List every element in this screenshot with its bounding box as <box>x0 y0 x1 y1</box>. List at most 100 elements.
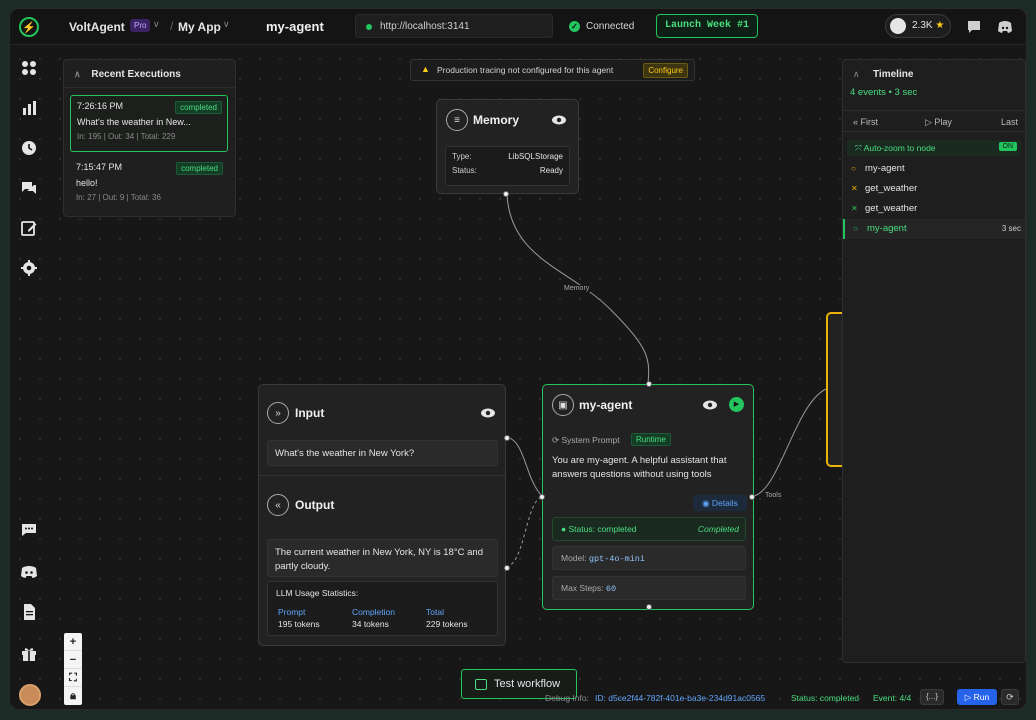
debug-event: Event: 4/4 <box>873 693 912 703</box>
connection-dot-icon <box>366 24 372 30</box>
gear-icon[interactable] <box>20 259 38 277</box>
zoom-out-icon[interactable]: − <box>64 651 82 669</box>
event-name: my-agent <box>867 223 907 234</box>
dashboard-icon[interactable] <box>20 59 38 77</box>
execution-card[interactable]: 7:15:47 PM completed hello! In: 27 | Out… <box>70 157 228 214</box>
llm-usage-stats: LLM Usage Statistics: Prompt 195 tokens … <box>267 581 498 636</box>
page-title: my-agent <box>266 19 324 34</box>
eye-icon[interactable] <box>551 112 567 128</box>
agent-top-port[interactable] <box>646 381 652 387</box>
database-icon: ≡ <box>446 109 468 131</box>
memory-title: Memory <box>473 113 520 127</box>
play-icon[interactable]: ▶ <box>729 397 744 412</box>
timeline-event[interactable]: ✕ get_weather <box>843 179 1025 199</box>
memory-port[interactable] <box>503 191 509 197</box>
recent-executions-header[interactable]: ∧ Recent Executions <box>64 60 235 88</box>
server-url-field[interactable]: http://localhost:3141 <box>355 14 553 38</box>
warning-icon: ▲ <box>421 64 430 74</box>
input-port[interactable] <box>504 435 510 441</box>
discord-icon[interactable] <box>20 563 38 581</box>
details-button[interactable]: ◉ Details <box>693 495 747 511</box>
model-label: Model: <box>561 553 587 563</box>
memory-node[interactable]: ≡ Memory Type: LibSQLStorage Status: Ready <box>436 99 579 197</box>
fit-view-icon[interactable]: ⛶ <box>64 669 82 687</box>
debug-status: Status: completed <box>791 693 860 703</box>
agent-bottom-port[interactable] <box>646 604 652 610</box>
lock-icon[interactable]: 🔒︎ <box>64 687 82 705</box>
runtime-badge: Runtime <box>631 433 671 446</box>
execution-message: hello! <box>76 178 98 188</box>
tool-event-icon: ✕ <box>851 184 858 193</box>
agent-right-port[interactable] <box>749 494 755 500</box>
edit-icon[interactable] <box>20 219 38 237</box>
stats-title: LLM Usage Statistics: <box>276 588 359 598</box>
message-icon <box>475 679 487 690</box>
chevron-down-icon[interactable]: ∨ <box>223 19 230 30</box>
configure-button[interactable]: Configure <box>643 63 688 78</box>
tool-event-icon: ✕ <box>851 204 858 213</box>
double-chevron-left-icon: « <box>267 494 289 516</box>
timeline-title: Timeline <box>873 69 914 80</box>
debug-id: ID: d5ce2f44-782f-401e-ba3e-234d91ac0565 <box>595 693 766 703</box>
refresh-icon[interactable]: ⟳ <box>1001 689 1019 705</box>
timeline-event[interactable]: ○ my-agent 3 sec <box>843 219 1025 239</box>
double-chevron-right-icon: » <box>267 402 289 424</box>
feedback-icon[interactable] <box>20 521 38 539</box>
chevron-down-icon[interactable]: ∨ <box>153 19 160 30</box>
run-button[interactable]: ▷ Run <box>957 689 997 705</box>
github-icon <box>890 18 906 34</box>
breadcrumb-separator: / <box>170 19 174 33</box>
document-icon[interactable] <box>20 603 38 621</box>
connection-status: Connected <box>586 21 635 32</box>
auto-zoom-toggle[interactable]: ⤧ Auto-zoom to node ON <box>847 140 1021 156</box>
first-button[interactable]: « First <box>853 117 878 127</box>
max-steps-row: Max Steps: 60 <box>552 576 746 600</box>
input-edge <box>505 436 543 497</box>
total-value: 229 tokens <box>426 619 468 629</box>
app-name[interactable]: My App <box>178 20 221 34</box>
prompt-label: Prompt <box>278 607 306 617</box>
tools-edge <box>753 388 827 497</box>
chart-icon[interactable] <box>20 99 38 117</box>
eye-icon[interactable] <box>702 397 718 413</box>
status-row: ● Status: completed Completed <box>552 517 746 541</box>
chevron-up-icon[interactable]: ∧ <box>74 69 81 79</box>
recent-executions-panel: ∧ Recent Executions 7:26:16 PM completed… <box>63 59 236 217</box>
input-output-node[interactable]: » Input What's the weather in New York? … <box>258 384 510 646</box>
output-port[interactable] <box>504 565 510 571</box>
execution-card[interactable]: 7:26:16 PM completed What's the weather … <box>70 95 228 152</box>
voltagent-logo-icon[interactable]: ⚡ <box>19 17 39 37</box>
chat-icon[interactable] <box>965 18 983 36</box>
debug-info-label: Debug Info: <box>545 693 589 703</box>
timeline-event[interactable]: ○ my-agent <box>843 159 1025 179</box>
agent-left-port[interactable] <box>539 494 545 500</box>
play-button[interactable]: ▷ Play <box>925 117 952 128</box>
status-label: Status: <box>452 166 477 175</box>
agent-node-title: my-agent <box>579 398 633 412</box>
avatar[interactable] <box>19 684 41 706</box>
type-label: Type: <box>452 152 472 161</box>
banner-text: Production tracing not configured for th… <box>437 65 614 75</box>
server-url: http://localhost:3141 <box>380 21 470 32</box>
total-label: Total <box>426 607 444 617</box>
gift-icon[interactable] <box>20 645 38 663</box>
system-prompt-text: You are my-agent. A helpful assistant th… <box>552 455 727 480</box>
github-stars-button[interactable]: 2.3K ★ <box>885 14 951 38</box>
messages-icon[interactable] <box>20 179 38 197</box>
brand-name[interactable]: VoltAgent <box>69 20 125 34</box>
zoom-in-icon[interactable]: + <box>64 633 82 651</box>
output-text-box: The current weather in New York, NY is 1… <box>267 539 498 577</box>
agent-node[interactable]: ▣ my-agent ▶ ⟳ System Prompt Runtime You… <box>539 381 755 610</box>
last-button[interactable]: Last <box>1001 117 1018 127</box>
chevron-up-icon[interactable]: ∧ <box>853 69 860 80</box>
json-view-button[interactable]: {...} <box>920 689 944 705</box>
launch-week-button[interactable]: Launch Week #1 <box>656 14 758 38</box>
timeline-event[interactable]: ✕ get_weather <box>843 199 1025 219</box>
eye-icon[interactable] <box>480 405 496 421</box>
discord-icon[interactable] <box>996 18 1014 36</box>
test-workflow-label: Test workflow <box>494 678 561 690</box>
prompt-stat: Prompt 195 tokens <box>278 607 320 629</box>
clock-icon[interactable] <box>20 139 38 157</box>
star-icon: ★ <box>935 20 945 31</box>
status-label: Status: completed <box>568 524 637 534</box>
